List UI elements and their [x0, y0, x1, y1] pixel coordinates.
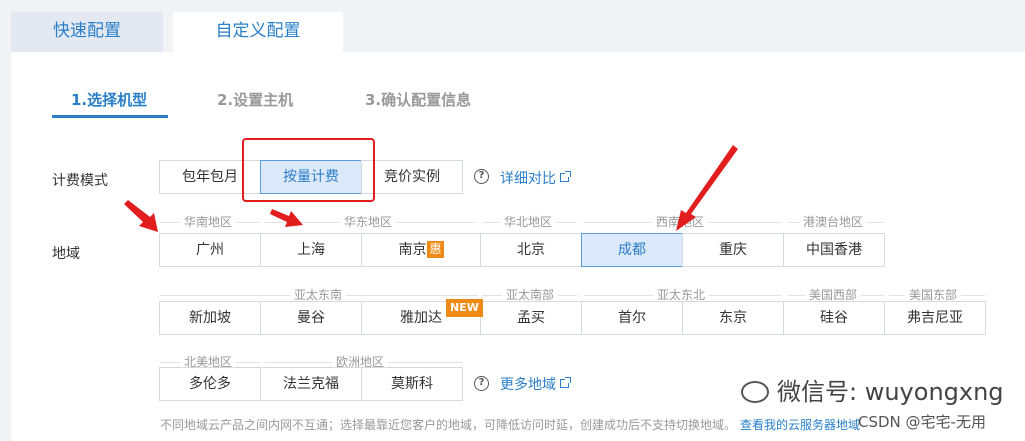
- group-label-south-china: 华南地区: [180, 215, 237, 229]
- region-option-label: 南京: [398, 242, 427, 258]
- view-my-server-regions-link[interactable]: 查看我的云服务器地域: [740, 416, 860, 433]
- region-option-beijing[interactable]: 北京: [480, 233, 582, 267]
- csdn-watermark: CSDN @宅宅-无用: [858, 413, 986, 431]
- region-option-frankfurt[interactable]: 法兰克福: [260, 367, 362, 401]
- billing-mode-label: 计费模式: [52, 173, 108, 189]
- wechat-watermark-text: 微信号: wuyongxng: [777, 378, 1004, 406]
- more-regions-label: 更多地域: [500, 377, 556, 393]
- wechat-watermark: 微信号: wuyongxng: [741, 372, 1004, 412]
- region-option-nanjing[interactable]: 南京惠: [361, 233, 481, 267]
- region-label: 地域: [52, 246, 80, 262]
- region-option-silicon-valley[interactable]: 硅谷: [783, 301, 885, 335]
- discount-badge: 惠: [427, 241, 444, 258]
- more-regions-link[interactable]: 更多地域: [500, 374, 571, 394]
- detailed-comparison-link[interactable]: 详细对比: [500, 168, 571, 188]
- billing-option-spot-instance[interactable]: 竞价实例: [361, 160, 463, 194]
- region-option-mumbai[interactable]: 孟买: [480, 301, 582, 335]
- region-option-toronto[interactable]: 多伦多: [159, 367, 261, 401]
- step-select-model[interactable]: 1.选择机型: [71, 90, 147, 110]
- wechat-icon: [741, 381, 769, 403]
- region-option-guangzhou[interactable]: 广州: [159, 233, 261, 267]
- group-label-hk-macao-tw: 港澳台地区: [799, 215, 868, 229]
- tab-quick-config[interactable]: 快速配置: [11, 12, 163, 52]
- group-label-asia-south: 亚太南部: [502, 288, 559, 302]
- region-option-bangkok[interactable]: 曼谷: [260, 301, 362, 335]
- region-option-chongqing[interactable]: 重庆: [682, 233, 784, 267]
- region-note: 不同地域云产品之间内网不互通；选择最靠近您客户的地域，可降低访问时延，创建成功后…: [160, 418, 737, 432]
- group-label-us-east: 美国东部: [905, 288, 962, 302]
- help-circle-icon[interactable]: ?: [474, 169, 489, 184]
- active-step-underline: [52, 115, 168, 118]
- detailed-comparison-label: 详细对比: [500, 171, 556, 187]
- region-option-moscow[interactable]: 莫斯科: [361, 367, 463, 401]
- new-badge: NEW: [446, 299, 483, 317]
- external-link-icon: [560, 377, 571, 388]
- billing-option-yearly-monthly[interactable]: 包年包月: [159, 160, 261, 194]
- region-option-hongkong[interactable]: 中国香港: [783, 233, 885, 267]
- region-option-chengdu[interactable]: 成都: [581, 233, 683, 267]
- group-label-asia-southeast: 亚太东南: [290, 288, 347, 302]
- group-label-asia-northeast: 亚太东北: [653, 288, 710, 302]
- group-label-us-west: 美国西部: [805, 288, 862, 302]
- billing-option-pay-as-you-go[interactable]: 按量计费: [260, 160, 362, 194]
- group-label-north-china: 华北地区: [500, 215, 557, 229]
- step-confirm-config[interactable]: 3.确认配置信息: [365, 90, 471, 110]
- group-label-southwest: 西南地区: [652, 215, 709, 229]
- region-option-shanghai[interactable]: 上海: [260, 233, 362, 267]
- region-option-singapore[interactable]: 新加坡: [159, 301, 261, 335]
- region-option-seoul[interactable]: 首尔: [581, 301, 683, 335]
- region-option-tokyo[interactable]: 东京: [682, 301, 784, 335]
- step-set-host[interactable]: 2.设置主机: [217, 90, 293, 110]
- region-option-virginia[interactable]: 弗吉尼亚: [884, 301, 986, 335]
- external-link-icon: [560, 171, 571, 182]
- tab-custom-config[interactable]: 自定义配置: [173, 12, 343, 52]
- config-tab-bar: 快速配置 自定义配置: [0, 0, 1025, 52]
- help-circle-icon[interactable]: ?: [474, 376, 489, 391]
- group-label-east-china: 华东地区: [340, 215, 397, 229]
